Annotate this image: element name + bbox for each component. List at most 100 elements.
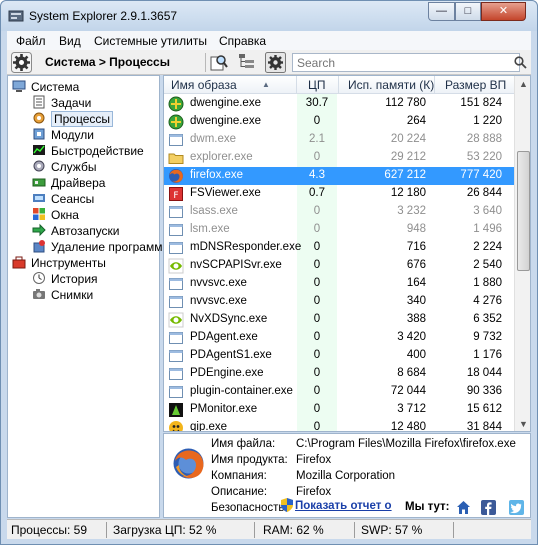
process-row[interactable]: PDAgent.exe 0 3 420 9 732 [164,329,514,347]
breadcrumb: Система > Процессы [45,55,170,69]
process-name: dwengine.exe [190,97,261,109]
product-name-label: Имя продукта: [211,454,288,466]
process-row[interactable]: nvvsvc.exe 0 164 1 880 [164,275,514,293]
process-cpu: 0 [313,421,321,432]
status-ram: RAM: 62 % [263,523,324,537]
menu-system-utilities[interactable]: Системные утилиты [94,34,207,48]
process-memory: 400 [406,349,426,361]
process-name: PDAgentS1.exe [190,349,272,361]
find-process-icon[interactable] [208,52,229,73]
company-value: Mozilla Corporation [296,470,396,482]
process-virtual-size: 2 540 [473,259,502,271]
process-row[interactable]: mDNSResponder.exe 0 716 2 224 [164,239,514,257]
process-cpu: 0 [313,295,321,307]
process-row[interactable]: dwm.exe 2.1 20 224 28 888 [164,131,514,149]
tree-item-label: История [51,272,98,286]
column-divider[interactable] [296,76,297,94]
navigation-tree: Система Задачи Процессы Модули Быстродействи… [7,75,162,518]
company-label: Компания: [211,470,267,482]
process-row[interactable]: NvXDSync.exe 0 388 6 352 [164,311,514,329]
tree-item-label: Модули [51,128,94,142]
window-title: System Explorer 2.9.1.3657 [29,9,178,23]
app-icon [8,10,24,22]
facebook-icon[interactable] [481,500,496,515]
show-report-link[interactable]: Показать отчет о [295,500,397,512]
process-memory: 8 684 [397,367,426,379]
process-memory: 3 712 [397,403,426,415]
home-icon[interactable] [456,500,471,515]
process-row[interactable]: qip.exe 0 12 480 31 844 [164,419,514,432]
column-header-name[interactable]: Имя образа [171,78,237,92]
process-name: PMonitor.exe [190,403,258,415]
title-bar[interactable]: System Explorer 2.9.1.3657 — □ ✕ [1,1,537,31]
process-virtual-size: 31 844 [466,421,502,432]
process-row[interactable]: dwengine.exe 30.7 112 780 151 824 [164,95,514,113]
menu-view[interactable]: Вид [59,34,81,48]
column-header-memory[interactable]: Исп. памяти (К) [348,78,434,92]
scrollbar-thumb[interactable] [517,151,530,271]
menu-file[interactable]: Файл [16,34,46,48]
process-row[interactable]: F FSViewer.exe 0.7 12 180 26 844 [164,185,514,203]
minimize-button[interactable]: — [428,2,455,21]
process-row[interactable]: PMonitor.exe 0 3 712 15 612 [164,401,514,419]
search-icon[interactable] [514,56,527,69]
app-window: System Explorer 2.9.1.3657 — □ ✕ Файл Ви… [0,0,538,545]
process-row[interactable]: lsass.exe 0 3 232 3 640 [164,203,514,221]
column-divider[interactable] [434,76,435,94]
security-shield-icon [281,498,293,512]
process-cpu: 0 [313,277,321,289]
process-row[interactable]: PDAgentS1.exe 0 400 1 176 [164,347,514,365]
process-memory: 340 [406,295,426,307]
column-header-virtual-size[interactable]: Размер ВП [445,78,506,92]
options-gear-icon[interactable] [265,52,286,73]
file-name-label: Имя файла: [211,438,276,450]
column-divider[interactable] [338,76,339,94]
status-bar: Процессы: 59 Загрузка ЦП: 52 % RAM: 62 %… [7,519,531,539]
process-row[interactable]: PDEngine.exe 0 8 684 18 044 [164,365,514,383]
process-row[interactable]: dwengine.exe 0 264 1 220 [164,113,514,131]
process-row[interactable]: nvSCPAPISvr.exe 0 676 2 540 [164,257,514,275]
process-cpu: 0 [313,403,321,415]
tree-item-label: Сеансы [51,192,95,206]
window-icon [168,348,184,364]
process-cpu: 0 [313,313,321,325]
menu-bar: Файл Вид Системные утилиты Справка [7,31,531,50]
tree-item-label: Автозапуски [51,224,120,238]
sort-ascending-icon: ▲ [262,80,270,89]
process-memory: 72 044 [390,385,426,397]
tree-item-label: Процессы [51,111,114,127]
process-name: qip.exe [190,421,228,432]
menu-help[interactable]: Справка [219,34,266,48]
process-cpu: 0 [313,331,321,343]
process-name: PDAgent.exe [190,331,258,343]
process-virtual-size: 151 824 [460,97,502,109]
settings-gear-icon[interactable] [11,52,32,73]
close-button[interactable]: ✕ [481,2,526,21]
process-name: plugin-container.exe [190,385,293,397]
process-row[interactable]: nvvsvc.exe 0 340 4 276 [164,293,514,311]
process-memory: 388 [406,313,426,325]
scroll-down-arrow-icon[interactable]: ▼ [515,416,530,431]
process-name: dwengine.exe [190,115,261,127]
process-name: firefox.exe [190,169,244,181]
status-swap: SWP: 57 % [361,523,423,537]
maximize-button[interactable]: □ [455,2,481,21]
process-row[interactable]: lsm.exe 0 948 1 496 [164,221,514,239]
nvidia-icon [168,312,184,328]
column-header-cpu[interactable]: ЦП [308,78,326,92]
process-virtual-size: 28 888 [466,133,502,145]
computer-icon [12,79,26,93]
product-name-value: Firefox [296,454,332,466]
shield-green-icon [168,114,184,130]
process-row[interactable]: explorer.exe 0 29 212 53 220 [164,149,514,167]
process-row[interactable]: firefox.exe 4.3 627 212 777 420 [164,167,514,185]
firefox-icon [168,168,184,184]
drivers-icon [32,175,46,189]
vertical-scrollbar[interactable]: ▲ ▼ [514,76,530,431]
search-input[interactable] [292,53,520,72]
tree-view-icon[interactable] [236,52,257,73]
twitter-icon[interactable] [509,500,524,515]
scroll-up-arrow-icon[interactable]: ▲ [515,76,530,93]
process-memory: 3 232 [397,205,426,217]
process-row[interactable]: plugin-container.exe 0 72 044 90 336 [164,383,514,401]
